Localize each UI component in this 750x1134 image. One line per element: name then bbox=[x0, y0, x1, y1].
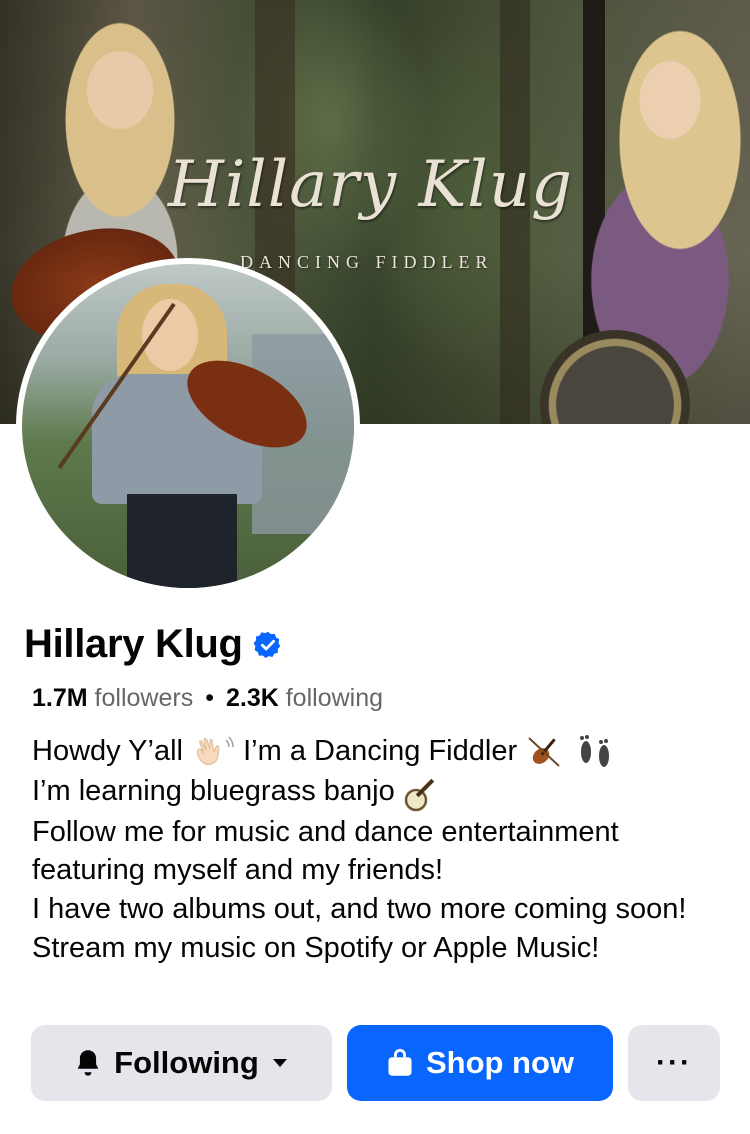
bio-text: I’m learning bluegrass banjo bbox=[32, 775, 395, 808]
profile-name: Hillary Klug bbox=[24, 622, 243, 666]
profile-bio: Howdy Y’all I’m a Dancing Fiddler I’m le… bbox=[32, 732, 722, 968]
bio-line-2: I’m learning bluegrass banjo bbox=[32, 772, 722, 812]
followers-link[interactable]: 1.7M followers bbox=[32, 684, 193, 712]
bio-line-3: Follow me for music and dance entertainm… bbox=[32, 815, 619, 887]
following-count: 2.3K bbox=[225, 684, 279, 712]
shop-now-label: Shop now bbox=[425, 1045, 575, 1080]
violin-icon bbox=[528, 737, 560, 768]
following-link[interactable]: 2.3K following bbox=[226, 684, 383, 712]
followers-count: 1.7M bbox=[32, 684, 88, 712]
cover-subtitle: DANCING FIDDLER bbox=[240, 252, 494, 272]
following-button-label: Following bbox=[114, 1045, 259, 1080]
profile-avatar[interactable] bbox=[16, 258, 360, 594]
profile-stats: 1.7M followers • 2.3K following bbox=[32, 684, 383, 713]
bio-text: Howdy Y’all bbox=[32, 735, 183, 767]
shop-now-button[interactable]: Shop now bbox=[347, 1025, 613, 1101]
more-options-button[interactable]: ··· bbox=[628, 1025, 720, 1101]
following-button[interactable]: Following bbox=[31, 1025, 332, 1101]
profile-name-row: Hillary Klug bbox=[24, 622, 283, 667]
followers-label: followers bbox=[94, 684, 194, 712]
footprints-icon bbox=[580, 735, 610, 768]
more-icon: ··· bbox=[656, 1046, 692, 1079]
verified-badge-icon bbox=[253, 631, 280, 658]
avatar-jeans bbox=[127, 494, 237, 588]
waving-hand-icon bbox=[196, 736, 234, 766]
caret-down-icon bbox=[272, 1059, 287, 1067]
bio-text: I’m a Dancing Fiddler bbox=[243, 735, 518, 767]
cover-title: Hillary Klug bbox=[168, 148, 573, 222]
bio-line-1: Howdy Y’all I’m a Dancing Fiddler bbox=[32, 732, 722, 772]
bio-line-4: I have two albums out, and two more comi… bbox=[32, 893, 687, 965]
stats-separator: • bbox=[205, 684, 214, 712]
banjo-icon bbox=[404, 778, 434, 811]
bell-icon bbox=[77, 1050, 99, 1076]
avatar-photo bbox=[22, 264, 354, 588]
following-label: following bbox=[285, 684, 384, 712]
shopping-bag-icon bbox=[388, 1048, 412, 1076]
